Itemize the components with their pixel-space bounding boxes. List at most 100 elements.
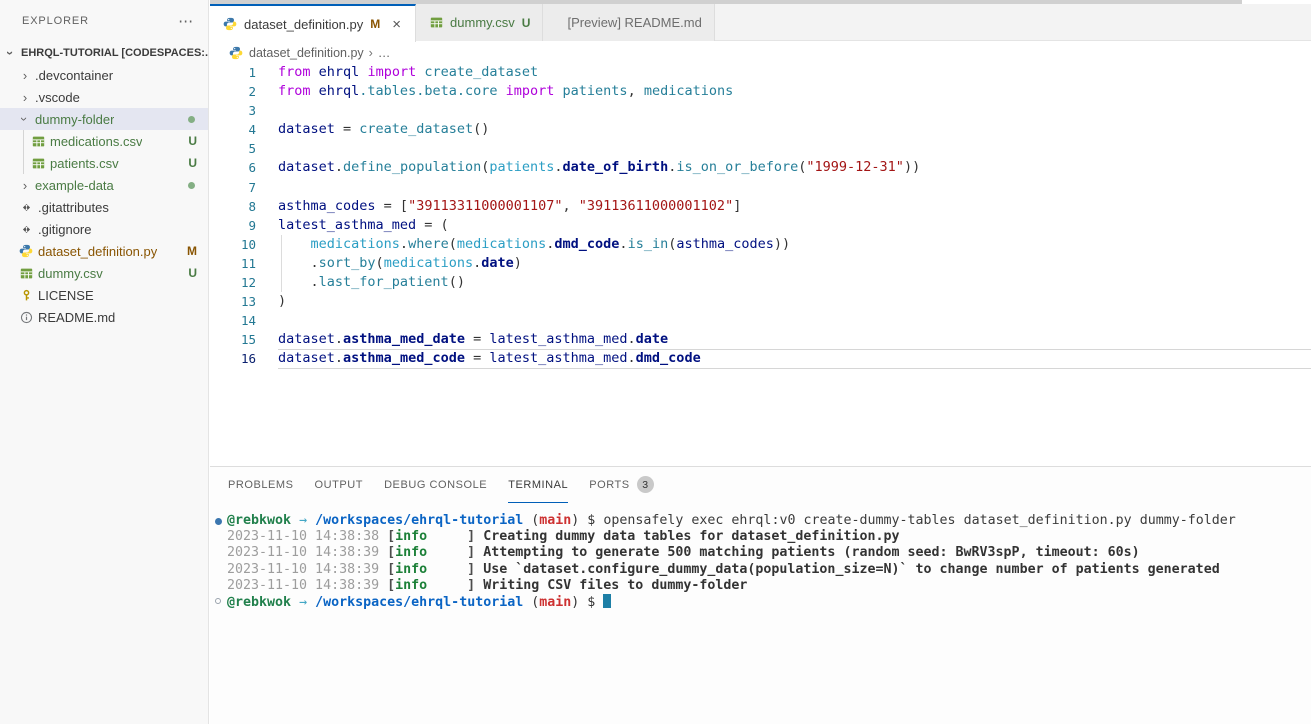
- code-line-1[interactable]: 1from ehrql import create_dataset: [210, 63, 1311, 82]
- csv-icon: [18, 265, 34, 281]
- more-actions-icon[interactable]: ⋯: [174, 12, 198, 30]
- panel-tab-problems[interactable]: PROBLEMS: [228, 467, 294, 503]
- log-timestamp: 2023-11-10 14:38:39: [227, 562, 387, 577]
- line-number[interactable]: 8: [210, 197, 256, 216]
- csv-icon: [428, 15, 444, 31]
- line-number[interactable]: 4: [210, 120, 256, 139]
- tree-root-ehrql-tutorial[interactable]: › EHRQL-TUTORIAL [CODESPACES:...: [0, 42, 208, 64]
- code-line-7[interactable]: 7: [210, 178, 1311, 197]
- line-number[interactable]: 16: [210, 349, 256, 368]
- panel-tab-ports[interactable]: PORTS 3: [589, 467, 653, 503]
- line-number[interactable]: 10: [210, 235, 256, 254]
- tab-label: dummy.csv: [450, 15, 515, 30]
- panel-tab-label: PORTS: [589, 479, 629, 491]
- code-line-13[interactable]: 13): [210, 292, 1311, 311]
- line-number[interactable]: 6: [210, 158, 256, 177]
- log-level: info: [395, 545, 427, 560]
- code-line-text: asthma_codes = ["39113311000001107", "39…: [256, 197, 741, 216]
- line-number[interactable]: 13: [210, 292, 256, 311]
- line-number[interactable]: 12: [210, 273, 256, 292]
- line-number[interactable]: 2: [210, 82, 256, 101]
- line-number[interactable]: 15: [210, 330, 256, 349]
- tree-item-example-data[interactable]: ›example-data: [0, 174, 208, 196]
- line-number[interactable]: 1: [210, 63, 256, 82]
- ports-count-badge: 3: [637, 476, 654, 493]
- explorer-sidebar: EXPLORER ⋯ › EHRQL-TUTORIAL [CODESPACES:…: [0, 0, 209, 724]
- code-line-4[interactable]: 4dataset = create_dataset(): [210, 120, 1311, 139]
- tree-item-.devcontainer[interactable]: ›.devcontainer: [0, 64, 208, 86]
- git-status-badge: U: [188, 156, 197, 170]
- tab--preview-readme.md[interactable]: [Preview] README.md: [543, 4, 714, 41]
- code-line-9[interactable]: 9latest_asthma_med = (: [210, 216, 1311, 235]
- line-number[interactable]: 9: [210, 216, 256, 235]
- code-line-5[interactable]: 5: [210, 139, 1311, 158]
- explorer-title: EXPLORER: [22, 15, 89, 27]
- panel-tab-terminal[interactable]: TERMINAL: [508, 467, 568, 503]
- tree-item-dummy.csv[interactable]: dummy.csvU: [0, 262, 208, 284]
- log-timestamp: 2023-11-10 14:38:38: [227, 529, 387, 544]
- panel-tab-label: DEBUG CONSOLE: [384, 479, 487, 491]
- tree-item-.gitattributes[interactable]: .gitattributes: [0, 196, 208, 218]
- editor-tab-bar: dataset_definition.pyM×dummy.csvU[Previe…: [210, 4, 1311, 41]
- terminal[interactable]: @rebkwok → /workspaces/ehrql-tutorial (m…: [214, 513, 1311, 724]
- tab-dataset-definition.py[interactable]: dataset_definition.pyM×: [210, 4, 416, 42]
- code-line-11[interactable]: 11 .sort_by(medications.date): [210, 254, 1311, 273]
- tree-item-medications.csv[interactable]: medications.csvU: [0, 130, 208, 152]
- code-line-3[interactable]: 3: [210, 101, 1311, 120]
- tab-dummy.csv[interactable]: dummy.csvU: [416, 4, 543, 41]
- info-icon: [18, 309, 34, 325]
- code-line-text: [256, 178, 278, 197]
- panel-tab-output[interactable]: OUTPUT: [315, 467, 364, 503]
- tree-item-label: README.md: [38, 310, 115, 325]
- panel-tab-label: TERMINAL: [508, 479, 568, 491]
- code-line-2[interactable]: 2from ehrql.tables.beta.core import pati…: [210, 82, 1311, 101]
- code-line-text: ): [256, 292, 286, 311]
- log-message: Attempting to generate 500 matching pati…: [483, 545, 1139, 560]
- terminal-command-text: opensafely exec ehrql:v0 create-dummy-ta…: [603, 513, 1235, 528]
- panel-tab-debug-console[interactable]: DEBUG CONSOLE: [384, 467, 487, 503]
- tree-item-label: .gitignore: [38, 222, 91, 237]
- code-line-15[interactable]: 15dataset.asthma_med_date = latest_asthm…: [210, 330, 1311, 349]
- tree-item-license[interactable]: LICENSE: [0, 284, 208, 306]
- code-line-14[interactable]: 14: [210, 311, 1311, 330]
- tree-item-label: medications.csv: [50, 134, 142, 149]
- log-level: info: [395, 562, 427, 577]
- line-number[interactable]: 3: [210, 101, 256, 120]
- tree-item-dataset-definition.py[interactable]: dataset_definition.pyM: [0, 240, 208, 262]
- code-line-text: from ehrql.tables.beta.core import patie…: [256, 82, 733, 101]
- close-icon[interactable]: ×: [390, 17, 403, 32]
- tree-root-label: EHRQL-TUTORIAL [CODESPACES:...: [21, 47, 208, 59]
- tree-item-patients.csv[interactable]: patients.csvU: [0, 152, 208, 174]
- code-line-text: [256, 139, 278, 158]
- line-number[interactable]: 11: [210, 254, 256, 273]
- tree-item-readme.md[interactable]: README.md: [0, 306, 208, 328]
- code-line-16[interactable]: 16dataset.asthma_med_code = latest_asthm…: [210, 349, 1311, 368]
- log-timestamp: 2023-11-10 14:38:39: [227, 545, 387, 560]
- code-line-text: dataset = create_dataset(): [256, 120, 489, 139]
- code-line-text: dataset.asthma_med_code = latest_asthma_…: [256, 349, 701, 368]
- code-line-text: medications.where(medications.dmd_code.i…: [256, 235, 790, 254]
- terminal-prompt-line: @rebkwok → /workspaces/ehrql-tutorial (m…: [214, 594, 1311, 610]
- chevron-right-icon: ›: [18, 67, 32, 83]
- code-line-8[interactable]: 8asthma_codes = ["39113311000001107", "3…: [210, 197, 1311, 216]
- breadcrumb-more[interactable]: …: [378, 46, 391, 60]
- code-line-12[interactable]: 12 .last_for_patient(): [210, 273, 1311, 292]
- code-line-6[interactable]: 6dataset.define_population(patients.date…: [210, 158, 1311, 177]
- tree-item-dummy-folder[interactable]: ›dummy-folder: [0, 108, 208, 130]
- line-number[interactable]: 5: [210, 139, 256, 158]
- file-tree: ›.devcontainer›.vscode›dummy-foldermedic…: [0, 64, 208, 328]
- line-number[interactable]: 14: [210, 311, 256, 330]
- terminal-log-line: 2023-11-10 14:38:39 [info ] Use `dataset…: [214, 562, 1311, 578]
- python-icon: [228, 45, 244, 61]
- editor-code-area[interactable]: 1from ehrql import create_dataset2from e…: [210, 63, 1311, 466]
- panel-tab-bar: PROBLEMS OUTPUT DEBUG CONSOLE TERMINAL PORTS…: [210, 467, 1311, 503]
- line-number[interactable]: 7: [210, 178, 256, 197]
- tree-item-.gitignore[interactable]: .gitignore: [0, 218, 208, 240]
- breadcrumb-file[interactable]: dataset_definition.py: [249, 46, 364, 60]
- code-line-10[interactable]: 10 medications.where(medications.dmd_cod…: [210, 235, 1311, 254]
- tab-label: dataset_definition.py: [244, 17, 363, 32]
- tree-indent-guide: [23, 130, 24, 174]
- tree-item-.vscode[interactable]: ›.vscode: [0, 86, 208, 108]
- python-icon: [222, 16, 238, 32]
- tree-item-label: LICENSE: [38, 288, 94, 303]
